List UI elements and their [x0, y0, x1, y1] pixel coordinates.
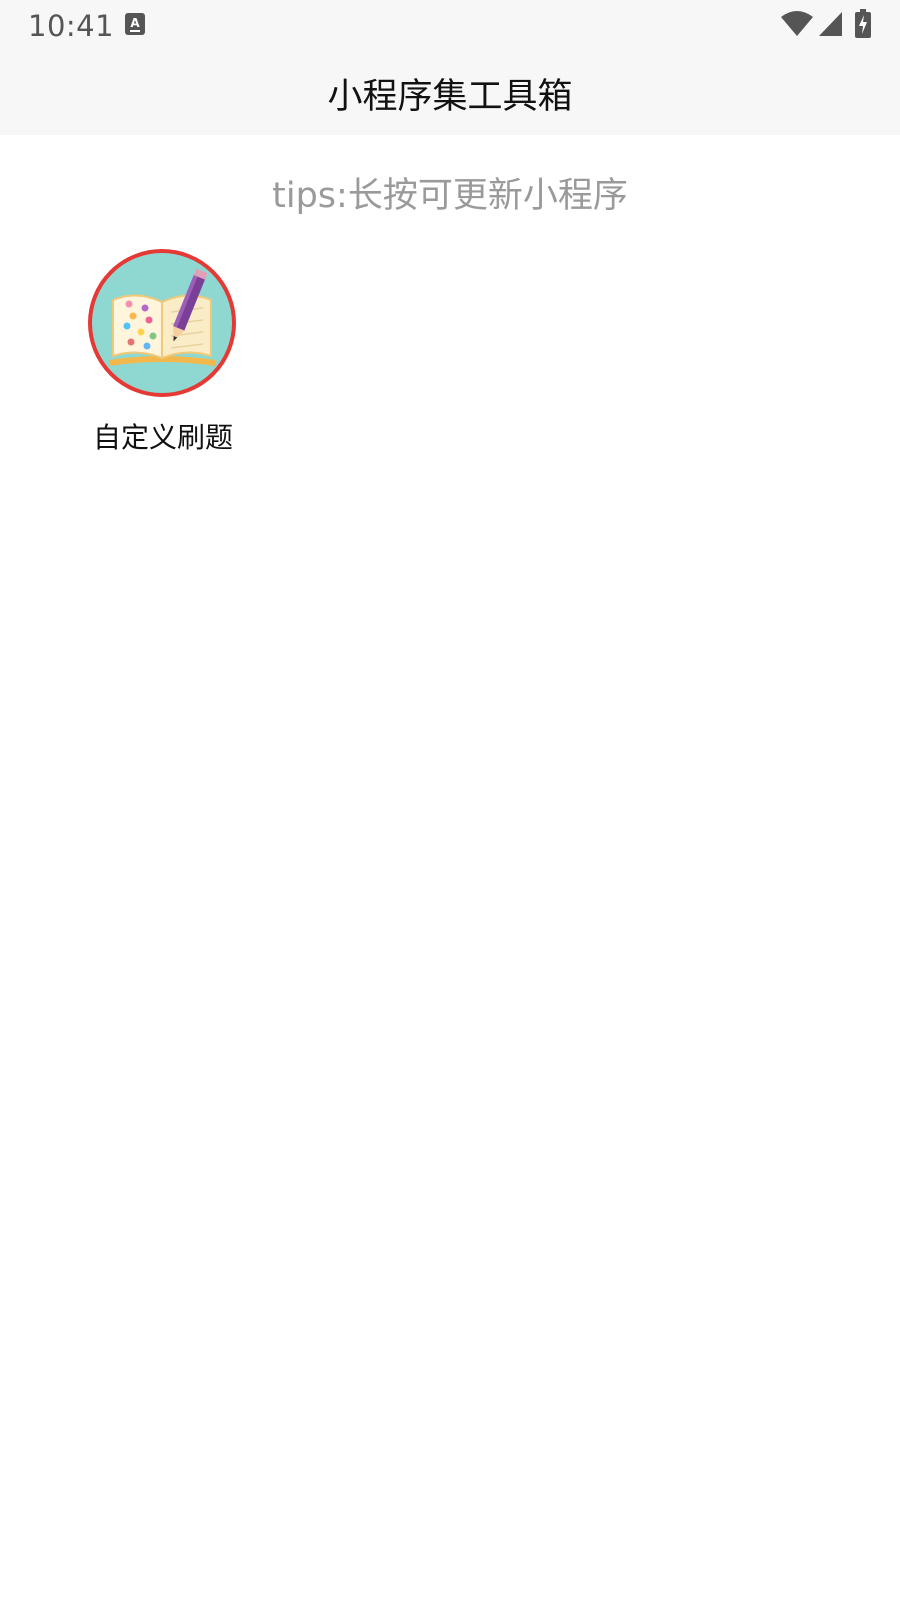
status-bar: 10:41 A: [0, 0, 900, 50]
app-label: 自定义刷题: [92, 421, 233, 454]
svg-text:A: A: [130, 16, 140, 30]
page-title: 小程序集工具箱: [327, 77, 573, 117]
status-time: 10:41: [28, 9, 115, 43]
open-book-pencil-icon: [88, 249, 236, 397]
tip-text: tips:长按可更新小程序: [272, 176, 628, 216]
cell-signal-icon: [819, 12, 842, 36]
app-header: 小程序集工具箱: [0, 50, 900, 135]
a-notification-icon: A: [125, 13, 145, 35]
wifi-icon: [781, 11, 813, 36]
battery-charging-icon: [855, 9, 871, 38]
screen: 10:41 A 小程序集工具箱 tips:长按可更新小程序 自定义刷题: [0, 0, 900, 1600]
